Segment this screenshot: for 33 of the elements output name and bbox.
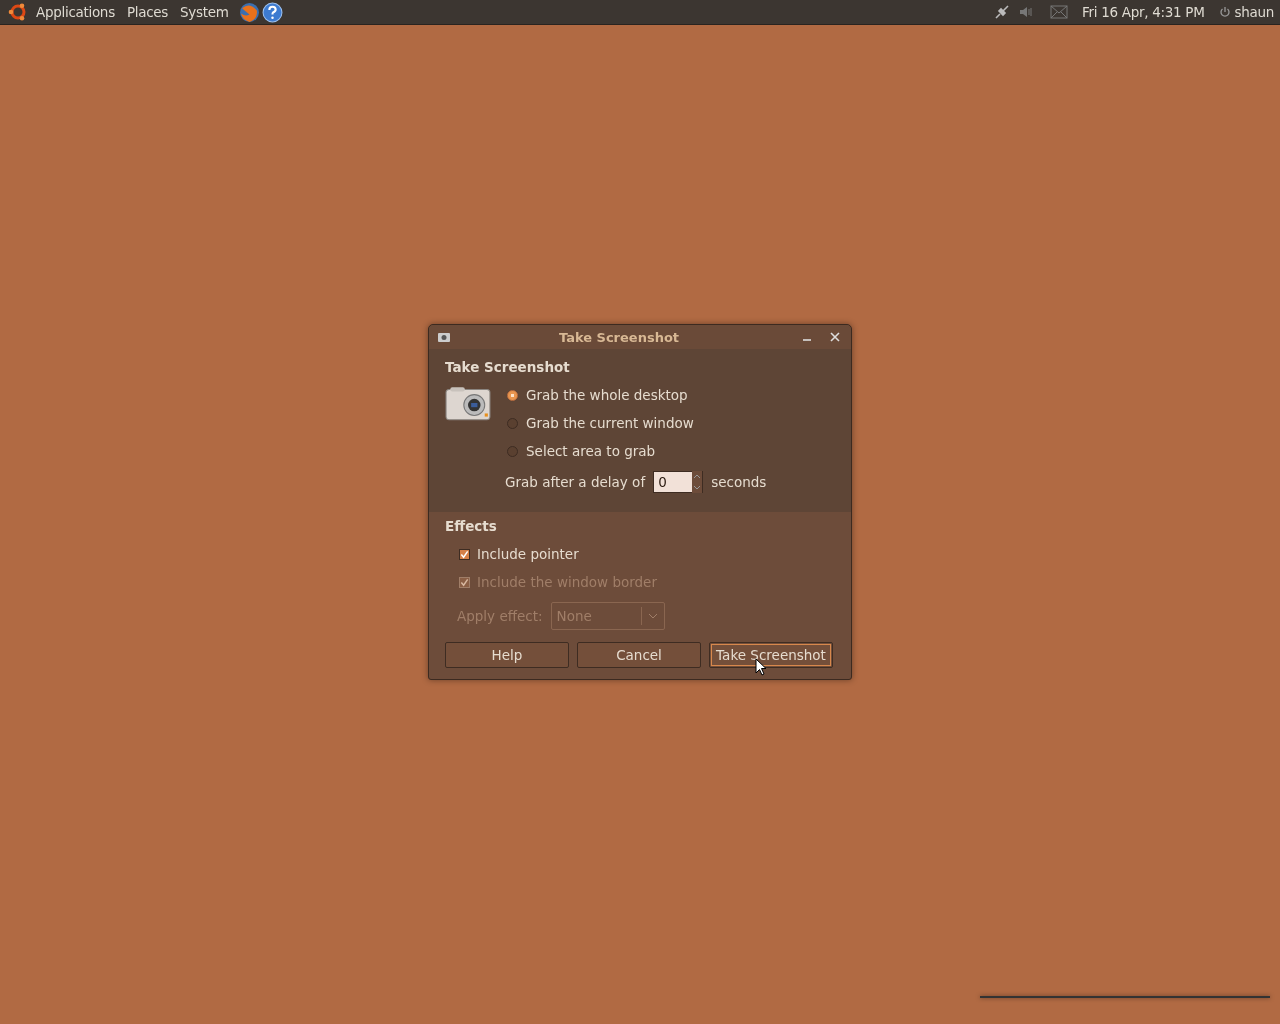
spin-arrows-icon[interactable]: [692, 471, 703, 493]
delay-unit-label: seconds: [711, 474, 767, 490]
mouse-pointer-icon: [755, 658, 767, 676]
ubuntu-logo-icon[interactable]: [8, 2, 28, 22]
dialog-button[interactable]: Take Screenshot: [709, 642, 833, 668]
radio-option[interactable]: Select area to grab: [507, 437, 767, 465]
envelope-icon[interactable]: [1050, 4, 1069, 20]
browser-globe-icon[interactable]: [238, 1, 260, 23]
radio-button[interactable]: [507, 445, 518, 457]
dialog-button[interactable]: Help: [445, 642, 569, 668]
radio-button[interactable]: [507, 389, 518, 401]
power-icon[interactable]: [1218, 6, 1231, 18]
panel-clock[interactable]: Fri 16 Apr, 4:31 PM: [1082, 4, 1205, 20]
radio-option[interactable]: Grab the whole desktop: [507, 381, 767, 409]
camera-icon: [445, 385, 491, 421]
section-heading: Effects: [445, 518, 498, 534]
panel-menu[interactable]: Places: [122, 4, 176, 20]
camera-icon[interactable]: [437, 331, 451, 343]
checkbox-option[interactable]: Include pointer: [459, 540, 835, 568]
help-icon[interactable]: [261, 1, 283, 23]
radio-option[interactable]: Grab the current window: [507, 409, 767, 437]
volume-muted-icon[interactable]: [1018, 4, 1035, 20]
delay-spin-field[interactable]: 0: [653, 471, 704, 493]
panel-menu[interactable]: Applications: [32, 4, 123, 20]
dialog-button[interactable]: Cancel: [577, 642, 701, 668]
window-title: Take Screenshot: [557, 329, 681, 345]
panel-menu[interactable]: System: [176, 4, 237, 20]
section-heading: Take Screenshot: [445, 359, 571, 375]
radio-button[interactable]: [507, 417, 518, 429]
checkbox[interactable]: [459, 548, 470, 560]
panel-user-name[interactable]: shaun: [1234, 4, 1274, 20]
network-plug-icon[interactable]: [994, 4, 1011, 20]
delay-label: Grab after a delay of: [505, 474, 646, 490]
